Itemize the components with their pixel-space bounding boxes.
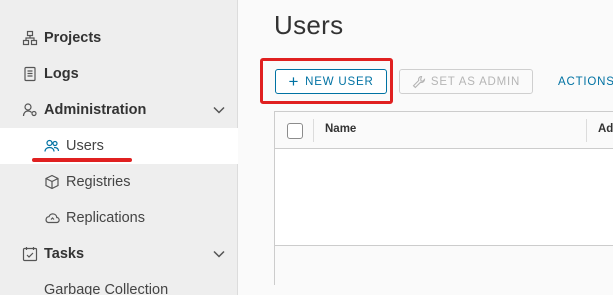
chevron-down-icon[interactable] — [212, 247, 226, 261]
select-all-checkbox[interactable] — [287, 123, 303, 139]
grid-header: Name Ad — [275, 112, 613, 149]
sidebar-item-label: Replications — [66, 210, 145, 226]
users-datagrid: Name Ad — [274, 111, 613, 285]
actions-dropdown[interactable]: ACTIONS — [558, 69, 613, 94]
sidebar-item-garbage-collection[interactable]: Garbage Collection — [0, 272, 238, 295]
sidebar-item-label: Registries — [66, 174, 131, 190]
sidebar-item-replications[interactable]: Replications — [0, 200, 238, 236]
column-header-name[interactable]: Name — [325, 123, 356, 135]
column-separator[interactable] — [313, 119, 314, 142]
wrench-icon — [412, 75, 425, 88]
sidebar-item-registries[interactable]: Registries — [0, 164, 238, 200]
set-as-admin-label: SET AS ADMIN — [430, 75, 521, 88]
sidebar-item-logs[interactable]: Logs — [0, 56, 238, 92]
column-header-admin[interactable]: Ad — [598, 123, 613, 135]
projects-icon — [22, 30, 38, 46]
sidebar-item-label: Tasks — [44, 246, 85, 262]
grid-footer — [275, 245, 613, 285]
column-separator[interactable] — [586, 119, 587, 142]
sidebar: Projects Logs Administration Users Regis… — [0, 0, 238, 295]
actions-label: ACTIONS — [558, 75, 613, 88]
new-user-button[interactable]: + NEW USER — [275, 69, 387, 94]
sidebar-item-projects[interactable]: Projects — [0, 20, 238, 56]
plus-icon: + — [288, 72, 300, 91]
page-title: Users — [274, 10, 344, 40]
registries-icon — [44, 174, 60, 190]
logs-icon — [22, 66, 38, 82]
new-user-label: NEW USER — [305, 75, 374, 88]
sidebar-item-label: Projects — [44, 30, 102, 46]
sidebar-item-label: Users — [66, 138, 104, 154]
sidebar-item-label: Administration — [44, 102, 147, 118]
sidebar-item-label: Garbage Collection — [44, 282, 169, 295]
set-as-admin-button[interactable]: SET AS ADMIN — [399, 69, 533, 94]
sidebar-item-label: Logs — [44, 66, 79, 82]
sidebar-item-tasks[interactable]: Tasks — [0, 236, 238, 272]
sidebar-item-administration[interactable]: Administration — [0, 92, 238, 128]
users-icon — [44, 138, 60, 154]
chevron-down-icon[interactable] — [212, 103, 226, 117]
administration-icon — [22, 102, 38, 118]
replications-icon — [44, 210, 60, 226]
red-underline-annotation — [32, 158, 132, 162]
tasks-icon — [22, 246, 38, 262]
